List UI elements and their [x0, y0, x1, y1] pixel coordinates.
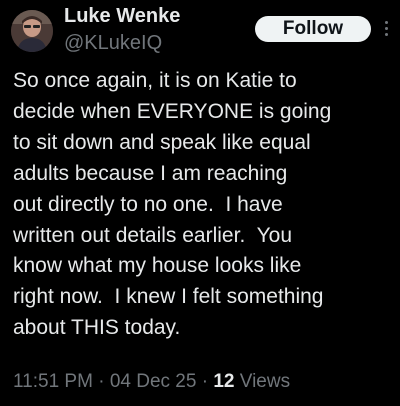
tweet-text-line: written out details earlier. You	[13, 223, 293, 247]
tweet-text-line: to sit down and speak like equal	[13, 130, 311, 154]
avatar-image	[11, 10, 53, 52]
meta-separator: ·	[98, 371, 105, 392]
views-count[interactable]: 12	[213, 371, 234, 392]
tweet-time[interactable]: 11:51 PM	[13, 371, 93, 392]
tweet-meta: 11:51 PM · 04 Dec 25 · 12 Views	[13, 371, 290, 393]
tweet-text-line: about THIS today.	[13, 316, 181, 340]
tweet-text-line: decide when EVERYONE is going	[13, 99, 332, 123]
author-handle[interactable]: @KLukeIQ	[64, 32, 162, 55]
tweet-date[interactable]: 04 Dec 25	[110, 371, 197, 392]
author-display-name[interactable]: Luke Wenke	[64, 5, 180, 28]
tweet-text: So once again, it is on Katie to decide …	[13, 66, 398, 344]
tweet-text-line: right now. I knew I felt something	[13, 285, 324, 309]
avatar[interactable]	[11, 10, 53, 52]
follow-button[interactable]: Follow	[255, 16, 371, 42]
tweet-text-line: know what my house looks like	[13, 254, 302, 278]
tweet-text-line: out directly to no one. I have	[13, 192, 283, 216]
meta-separator: ·	[201, 371, 209, 392]
views-label[interactable]: Views	[240, 371, 290, 392]
more-vertical-icon[interactable]	[382, 21, 390, 39]
tweet-text-line: So once again, it is on Katie to	[13, 69, 297, 92]
tweet-card: Luke Wenke @KLukeIQ Follow So once again…	[0, 0, 400, 406]
tweet-text-line: adults because I am reaching	[13, 161, 288, 185]
